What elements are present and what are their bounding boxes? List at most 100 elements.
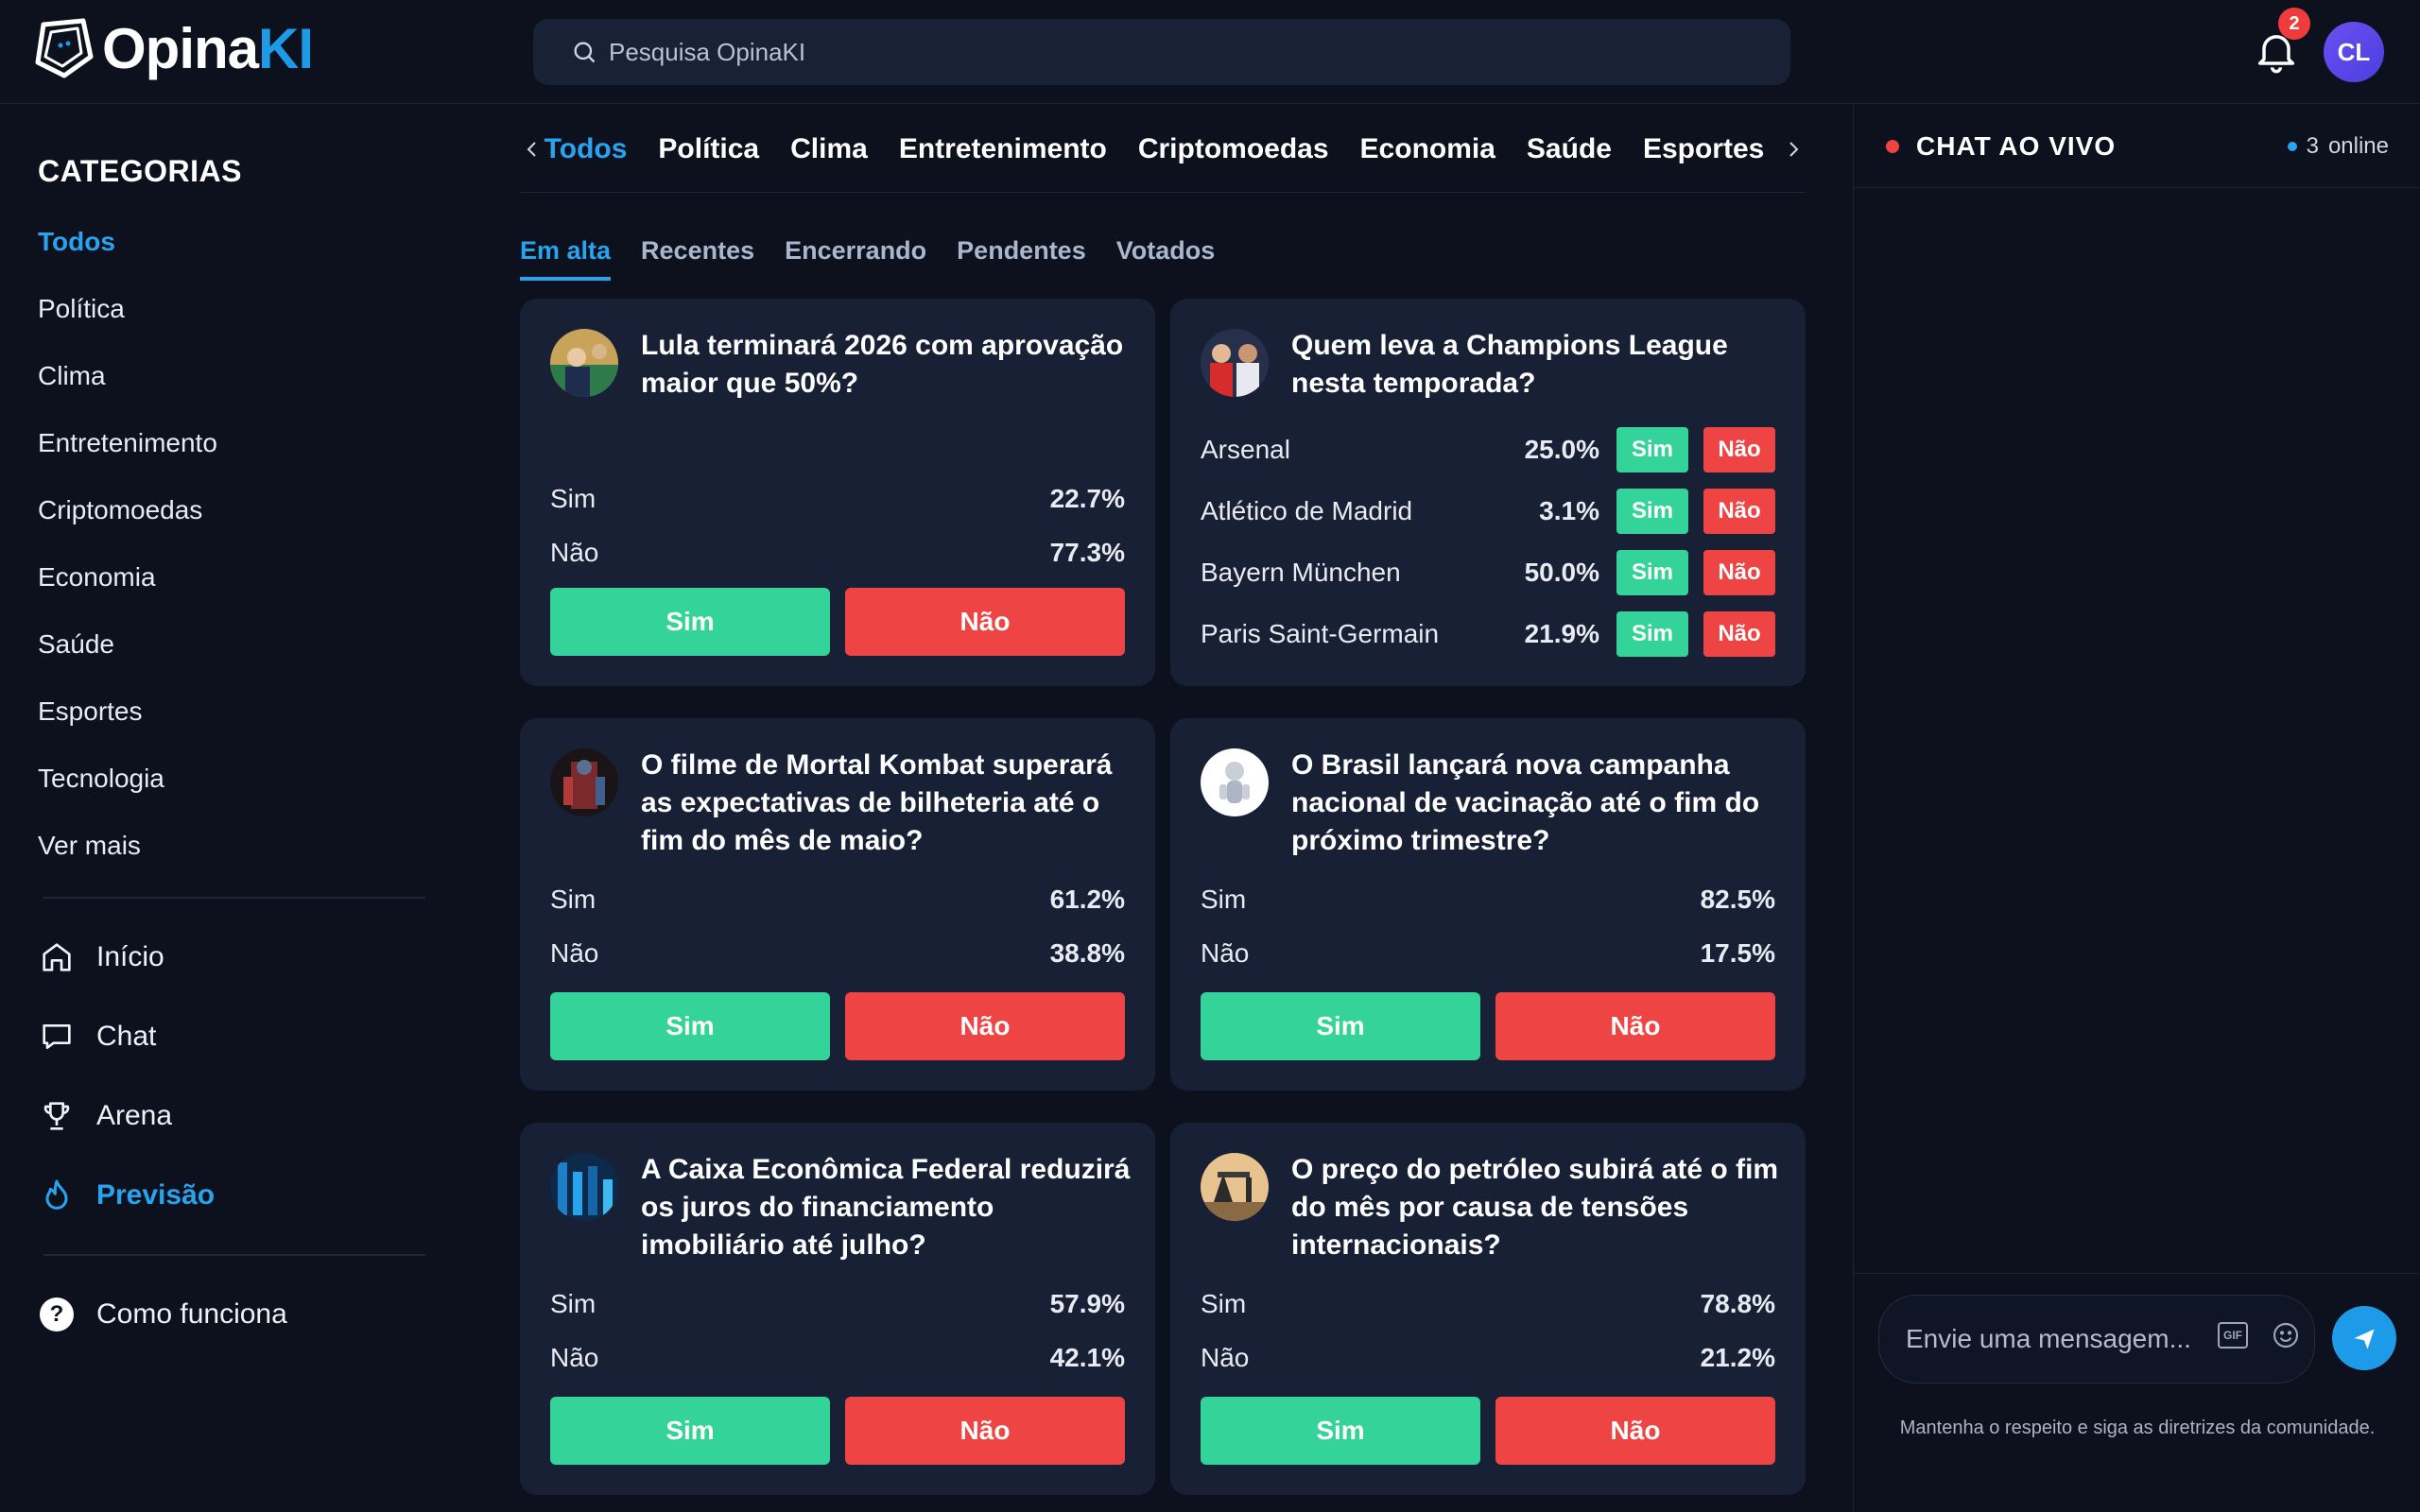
avatar[interactable]: CL <box>2324 22 2384 82</box>
vote-yes-button[interactable]: Sim <box>1201 1397 1480 1465</box>
option-no-button[interactable]: Não <box>1703 427 1775 472</box>
outcome-label: Sim <box>1201 1289 1247 1318</box>
sidebar-category-saude[interactable]: Saúde <box>38 629 114 660</box>
nav-label: Início <box>96 941 164 972</box>
filter-tabs: Em alta Recentes Encerrando Pendentes Vo… <box>520 236 1215 281</box>
option-pct: 3.1% <box>1539 496 1599 525</box>
option-no-button[interactable]: Não <box>1703 611 1775 657</box>
online-number: 3 <box>2306 133 2319 159</box>
outcome-pct: 38.8% <box>1049 938 1125 968</box>
tab-criptomoedas[interactable]: Criptomoedas <box>1138 133 1329 165</box>
nav-como-funciona[interactable]: ? Como funciona <box>38 1292 287 1337</box>
send-button[interactable] <box>2332 1306 2396 1370</box>
tab-economia[interactable]: Economia <box>1360 133 1495 165</box>
chat-guidelines-note: Mantenha o respeito e siga as diretrizes… <box>1899 1418 2376 1438</box>
market-thumbnail <box>1201 1153 1269 1221</box>
tab-saude[interactable]: Saúde <box>1527 133 1612 165</box>
option-row: Arsenal 25.0% Sim Não <box>1201 427 1775 472</box>
market-thumbnail <box>1201 329 1269 397</box>
option-no-button[interactable]: Não <box>1703 550 1775 595</box>
sidebar-category-politica[interactable]: Política <box>38 294 125 324</box>
emoji-icon[interactable] <box>2271 1320 2301 1350</box>
tab-encerrando[interactable]: Encerrando <box>785 236 926 281</box>
vote-yes-button[interactable]: Sim <box>550 992 830 1060</box>
outcome-row-no: Não 77.3% <box>550 538 1125 568</box>
option-yes-button[interactable]: Sim <box>1616 550 1688 595</box>
outcome-pct: 57.9% <box>1049 1289 1125 1318</box>
live-indicator-icon <box>1886 140 1899 153</box>
option-name: Atlético de Madrid <box>1201 496 1413 525</box>
vote-no-button[interactable]: Não <box>1495 992 1775 1060</box>
help-icon: ? <box>40 1297 74 1332</box>
sidebar-category-criptomoedas[interactable]: Criptomoedas <box>38 495 202 525</box>
market-card[interactable]: A Caixa Econômica Federal reduzirá os ju… <box>520 1123 1155 1495</box>
nav-inicio[interactable]: Início <box>38 935 164 980</box>
home-icon <box>43 943 71 971</box>
tab-politica[interactable]: Política <box>658 133 759 165</box>
market-thumbnail <box>1201 748 1269 816</box>
outcome-row-yes: Sim 78.8% <box>1201 1289 1775 1319</box>
vote-yes-button[interactable]: Sim <box>550 588 830 656</box>
app-root: OpinaKI 2 CL CATEGORIAS Todos Política C… <box>0 0 2420 1512</box>
sidebar-category-entretenimento[interactable]: Entretenimento <box>38 428 217 458</box>
sidebar-category-clima[interactable]: Clima <box>38 361 106 391</box>
tab-entretenimento[interactable]: Entretenimento <box>899 133 1107 165</box>
market-thumbnail <box>550 329 618 397</box>
option-yes-button[interactable]: Sim <box>1616 611 1688 657</box>
sidebar-ver-mais[interactable]: Ver mais <box>38 831 141 861</box>
outcome-row-no: Não 21.2% <box>1201 1343 1775 1373</box>
outcome-row-no: Não 17.5% <box>1201 938 1775 969</box>
option-yes-button[interactable]: Sim <box>1616 427 1688 472</box>
market-card[interactable]: Lula terminará 2026 com aprovação maior … <box>520 299 1155 686</box>
outcome-pct: 61.2% <box>1049 885 1125 914</box>
tab-recentes[interactable]: Recentes <box>641 236 754 281</box>
market-card[interactable]: O filme de Mortal Kombat superará as exp… <box>520 718 1155 1091</box>
nav-chat[interactable]: Chat <box>38 1014 156 1059</box>
tab-em-alta[interactable]: Em alta <box>520 236 612 281</box>
trophy-icon <box>43 1102 70 1130</box>
chevron-right-icon[interactable] <box>1781 129 1806 170</box>
tab-todos[interactable]: Todos <box>544 133 628 165</box>
message-input[interactable] <box>1906 1324 2199 1354</box>
vote-no-button[interactable]: Não <box>845 992 1125 1060</box>
vote-yes-button[interactable]: Sim <box>550 1397 830 1465</box>
outcome-label: Sim <box>550 484 596 513</box>
search-input[interactable] <box>609 37 1743 67</box>
market-title: O Brasil lançará nova campanha nacional … <box>1291 749 1760 856</box>
sidebar-category-economia[interactable]: Economia <box>38 562 156 593</box>
sidebar-category-esportes[interactable]: Esportes <box>38 696 143 727</box>
sidebar-title: CATEGORIAS <box>38 154 242 188</box>
chevron-left-icon[interactable] <box>520 129 544 170</box>
sidebar-category-todos[interactable]: Todos <box>38 227 115 257</box>
logo[interactable]: OpinaKI <box>30 13 314 83</box>
tab-pendentes[interactable]: Pendentes <box>957 236 1086 281</box>
market-card-multi[interactable]: Quem leva a Champions League nesta tempo… <box>1170 299 1806 686</box>
tab-esportes[interactable]: Esportes <box>1643 133 1764 165</box>
vote-no-button[interactable]: Não <box>845 1397 1125 1465</box>
option-yes-button[interactable]: Sim <box>1616 489 1688 534</box>
market-card[interactable]: O preço do petróleo subirá até o fim do … <box>1170 1123 1806 1495</box>
option-no-button[interactable]: Não <box>1703 489 1775 534</box>
nav-previsao[interactable]: Previsão <box>38 1173 215 1218</box>
nav-label: Previsão <box>96 1179 216 1211</box>
vote-no-button[interactable]: Não <box>1495 1397 1775 1465</box>
gif-icon[interactable]: GIF <box>2218 1322 2248 1349</box>
sidebar-category-tecnologia[interactable]: Tecnologia <box>38 764 164 794</box>
market-title: A Caixa Econômica Federal reduzirá os ju… <box>641 1154 1131 1261</box>
tab-votados[interactable]: Votados <box>1116 236 1216 281</box>
vote-no-button[interactable]: Não <box>845 588 1125 656</box>
message-box[interactable]: GIF <box>1878 1295 2315 1383</box>
outcome-label: Sim <box>1201 885 1247 914</box>
nav-arena[interactable]: Arena <box>38 1093 172 1139</box>
market-title: O preço do petróleo subirá até o fim do … <box>1291 1154 1779 1261</box>
market-card[interactable]: O Brasil lançará nova campanha nacional … <box>1170 718 1806 1091</box>
logo-text: OpinaKI <box>102 16 314 80</box>
outcome-pct: 22.7% <box>1049 484 1125 513</box>
outcome-label: Não <box>550 538 599 567</box>
tab-clima[interactable]: Clima <box>790 133 868 165</box>
chat-composer: GIF Mantenha o respeito e siga as diretr… <box>1854 1273 2420 1512</box>
search-bar[interactable] <box>533 19 1790 85</box>
outcome-row-yes: Sim 61.2% <box>550 885 1125 915</box>
search-icon <box>574 42 596 63</box>
vote-yes-button[interactable]: Sim <box>1201 992 1480 1060</box>
